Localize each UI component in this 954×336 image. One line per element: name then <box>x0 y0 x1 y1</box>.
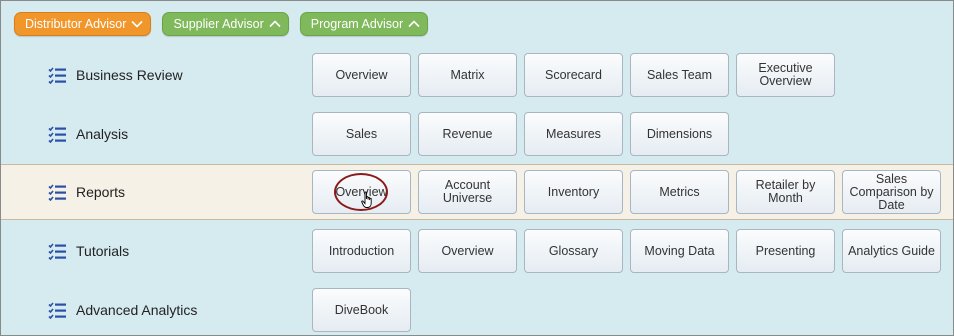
reports-overview-button[interactable]: Overview <box>312 170 411 214</box>
section-title: Analysis <box>76 126 129 142</box>
business-review-executive-overview-button[interactable]: Executive Overview <box>736 53 835 97</box>
section-row-tutorials: Tutorials Introduction Overview Glossary… <box>1 223 953 279</box>
tutorials-glossary-button[interactable]: Glossary <box>524 229 623 273</box>
reports-account-universe-button[interactable]: Account Universe <box>418 170 517 214</box>
section-title: Tutorials <box>76 243 130 259</box>
tutorials-moving-data-button[interactable]: Moving Data <box>630 229 729 273</box>
list-icon <box>48 125 66 143</box>
advisor-panel: Distributor Advisor Supplier Advisor Pro… <box>0 0 954 336</box>
business-review-scorecard-button[interactable]: Scorecard <box>524 53 623 97</box>
reports-sales-comparison-by-date-button[interactable]: Sales Comparison by Date <box>842 170 941 214</box>
reports-inventory-button[interactable]: Inventory <box>524 170 623 214</box>
section-row-analysis: Analysis Sales Revenue Measures Dimensio… <box>1 106 953 162</box>
chevron-up-icon <box>269 20 281 28</box>
section-title: Reports <box>76 184 126 200</box>
section-title: Advanced Analytics <box>76 302 198 318</box>
analysis-dimensions-button[interactable]: Dimensions <box>630 112 729 156</box>
advanced-analytics-divebook-button[interactable]: DiveBook <box>312 288 411 332</box>
list-icon <box>48 183 66 201</box>
section-row-business-review: Business Review Overview Matrix Scorecar… <box>1 47 953 103</box>
analysis-sales-button[interactable]: Sales <box>312 112 411 156</box>
business-review-matrix-button[interactable]: Matrix <box>418 53 517 97</box>
advisor-tabs: Distributor Advisor Supplier Advisor Pro… <box>14 12 429 36</box>
tutorials-presenting-button[interactable]: Presenting <box>736 229 835 273</box>
reports-retailer-by-month-button[interactable]: Retailer by Month <box>736 170 835 214</box>
advisor-tab-label: Distributor Advisor <box>25 17 127 31</box>
business-review-sales-team-button[interactable]: Sales Team <box>630 53 729 97</box>
list-icon <box>48 66 66 84</box>
tutorials-overview-button[interactable]: Overview <box>418 229 517 273</box>
reports-metrics-button[interactable]: Metrics <box>630 170 729 214</box>
analysis-revenue-button[interactable]: Revenue <box>418 112 517 156</box>
list-icon <box>48 242 66 260</box>
tutorials-analytics-guide-button[interactable]: Analytics Guide <box>842 229 941 273</box>
list-icon <box>48 301 66 319</box>
section-title: Business Review <box>76 67 183 83</box>
analysis-measures-button[interactable]: Measures <box>524 112 623 156</box>
distributor-advisor-tab[interactable]: Distributor Advisor <box>14 12 152 36</box>
tutorials-introduction-button[interactable]: Introduction <box>312 229 411 273</box>
advisor-tab-label: Supplier Advisor <box>173 17 264 31</box>
chevron-down-icon <box>131 20 144 28</box>
hand-cursor-icon <box>361 191 372 208</box>
supplier-advisor-tab[interactable]: Supplier Advisor <box>162 12 289 36</box>
section-row-advanced-analytics: Advanced Analytics DiveBook <box>1 282 953 335</box>
program-advisor-tab[interactable]: Program Advisor <box>299 12 429 36</box>
chevron-up-icon <box>408 20 420 28</box>
section-row-reports: Reports Overview Account Universe Invent… <box>1 164 953 220</box>
advisor-tab-label: Program Advisor <box>310 17 404 31</box>
business-review-overview-button[interactable]: Overview <box>312 53 411 97</box>
